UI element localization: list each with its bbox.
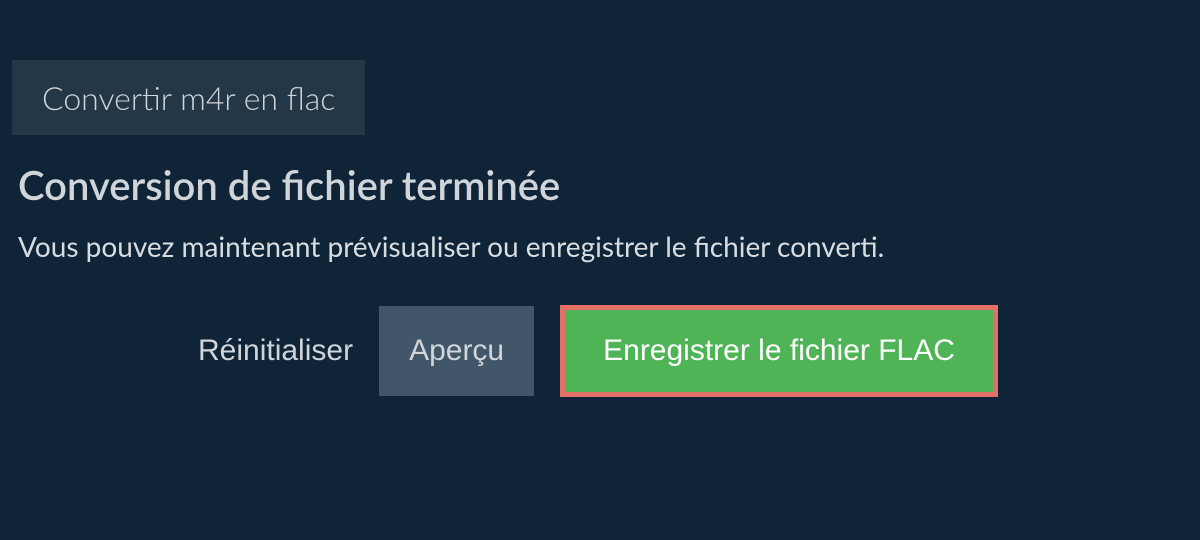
button-row: Réinitialiser Aperçu Enregistrer le fich… — [18, 305, 1182, 397]
save-button[interactable]: Enregistrer le fichier FLAC — [560, 305, 998, 397]
page-subtitle: Vous pouvez maintenant prévisualiser ou … — [18, 229, 1182, 263]
tab-label: Convertir m4r en flac — [42, 78, 335, 117]
tab-convert[interactable]: Convertir m4r en flac — [12, 60, 365, 135]
reset-button[interactable]: Réinitialiser — [198, 334, 353, 368]
page-title: Conversion de fichier terminée — [18, 161, 1182, 209]
preview-button[interactable]: Aperçu — [379, 306, 534, 396]
content-area: Conversion de fichier terminée Vous pouv… — [0, 135, 1200, 397]
